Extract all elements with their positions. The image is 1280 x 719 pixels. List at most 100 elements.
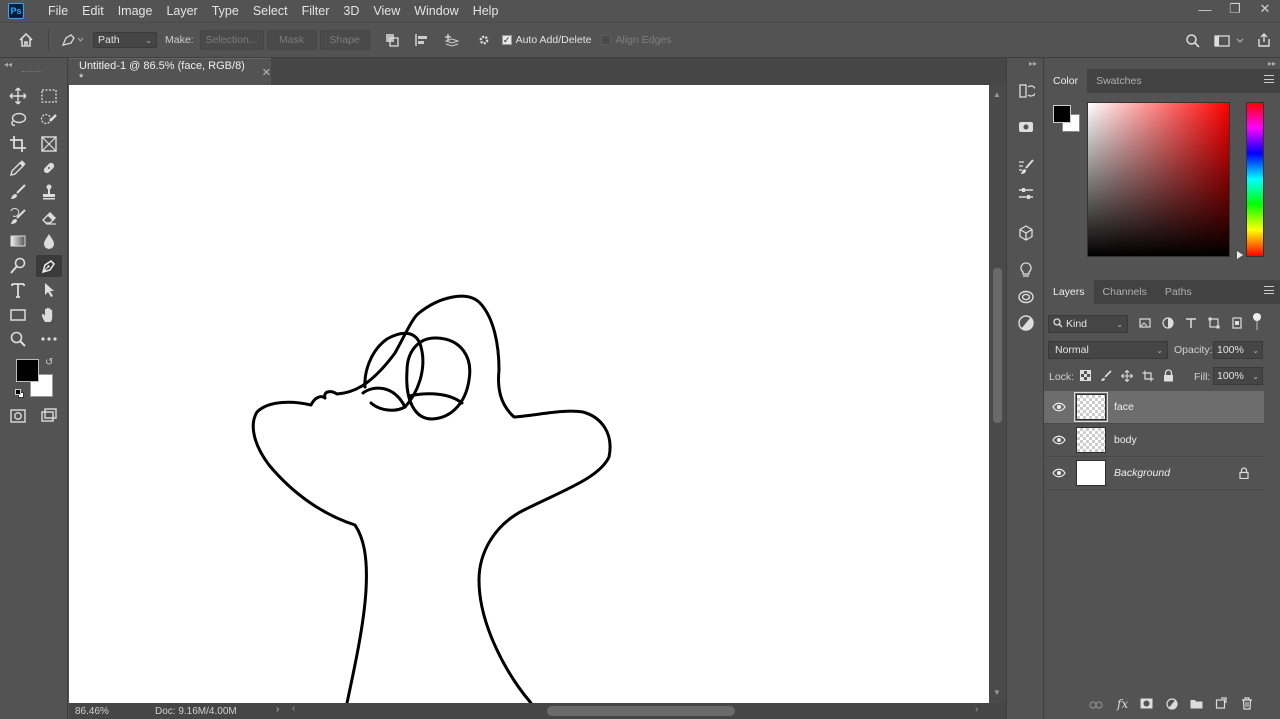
brush-settings-panel-icon[interactable] bbox=[1015, 156, 1037, 178]
restore-button[interactable]: ❐ bbox=[1220, 0, 1250, 18]
crop-tool-icon[interactable] bbox=[5, 133, 31, 155]
filter-toggle-icon[interactable] bbox=[1252, 313, 1262, 331]
path-operations-icon[interactable] bbox=[380, 32, 404, 48]
new-layer-icon[interactable] bbox=[1215, 697, 1227, 712]
clone-stamp-tool-icon[interactable] bbox=[36, 181, 62, 203]
lasso-tool-icon[interactable] bbox=[5, 109, 31, 131]
pen-tool-icon[interactable] bbox=[36, 255, 62, 277]
filter-type-layers-icon[interactable] bbox=[1185, 317, 1197, 332]
layer-name[interactable]: face bbox=[1114, 401, 1134, 413]
eyedropper-tool-icon[interactable] bbox=[5, 157, 31, 179]
lock-image-pixels-icon[interactable] bbox=[1100, 370, 1112, 385]
collapse-toolbar-icon[interactable]: ◂◂ bbox=[4, 60, 12, 69]
home-icon[interactable] bbox=[10, 32, 42, 48]
document-canvas[interactable] bbox=[69, 85, 989, 703]
menu-image[interactable]: Image bbox=[111, 0, 160, 22]
photoshop-logo[interactable]: Ps bbox=[8, 3, 24, 19]
hue-slider-marker[interactable] bbox=[1237, 251, 1243, 259]
lock-icon[interactable] bbox=[1239, 467, 1249, 482]
quick-mask-icon[interactable] bbox=[5, 405, 31, 427]
filter-smart-objects-icon[interactable] bbox=[1231, 317, 1243, 332]
align-edges-checkbox[interactable] bbox=[601, 35, 612, 45]
learn-panel-icon[interactable] bbox=[1015, 259, 1037, 281]
menu-file[interactable]: File bbox=[41, 0, 75, 22]
menu-filter[interactable]: Filter bbox=[295, 0, 337, 22]
lock-artboard-icon[interactable] bbox=[1142, 370, 1154, 385]
vertical-scrollbar[interactable]: ▲ ▼ bbox=[989, 85, 1006, 703]
minimize-button[interactable]: — bbox=[1190, 0, 1220, 18]
layer-name[interactable]: Background bbox=[1114, 467, 1170, 479]
layer-row-face[interactable]: face bbox=[1044, 391, 1264, 424]
3d-panel-icon[interactable] bbox=[1015, 222, 1037, 244]
menu-help[interactable]: Help bbox=[466, 0, 506, 22]
zoom-level[interactable]: 86.46% bbox=[75, 706, 145, 717]
tab-channels[interactable]: Channels bbox=[1094, 280, 1156, 304]
dodge-tool-icon[interactable] bbox=[5, 255, 31, 277]
default-colors-icon[interactable] bbox=[15, 389, 25, 399]
horizontal-scroll-thumb[interactable] bbox=[547, 706, 735, 716]
search-icon[interactable] bbox=[1184, 33, 1202, 49]
layers-panel-menu-icon[interactable] bbox=[1264, 286, 1274, 294]
add-mask-icon[interactable] bbox=[1140, 698, 1153, 712]
move-tool-icon[interactable] bbox=[5, 85, 31, 107]
brush-tool-icon[interactable] bbox=[5, 181, 31, 203]
color-picker-field[interactable] bbox=[1087, 102, 1230, 257]
document-tab[interactable]: Untitled-1 @ 86.5% (face, RGB/8) * ✕ bbox=[69, 58, 271, 85]
vertical-scroll-thumb[interactable] bbox=[993, 268, 1002, 423]
close-document-icon[interactable]: ✕ bbox=[262, 66, 271, 79]
filter-shape-layers-icon[interactable] bbox=[1208, 317, 1220, 332]
close-button[interactable]: ✕ bbox=[1250, 0, 1280, 18]
healing-brush-tool-icon[interactable] bbox=[36, 157, 62, 179]
new-group-icon[interactable] bbox=[1190, 698, 1203, 712]
expand-panels-icon[interactable]: ▸▸ bbox=[1029, 59, 1037, 68]
link-layers-icon[interactable] bbox=[1089, 699, 1103, 713]
scroll-right-arrow-icon[interactable]: › bbox=[975, 704, 978, 715]
layer-row-body[interactable]: body bbox=[1044, 424, 1264, 457]
path-selection-tool-icon[interactable] bbox=[36, 279, 62, 301]
lock-transparent-pixels-icon[interactable] bbox=[1080, 370, 1091, 384]
tab-swatches[interactable]: Swatches bbox=[1087, 69, 1151, 93]
menu-select[interactable]: Select bbox=[246, 0, 295, 22]
menu-type[interactable]: Type bbox=[205, 0, 246, 22]
adjustments-panel-icon[interactable] bbox=[1015, 116, 1037, 138]
scroll-down-arrow-icon[interactable]: ▼ bbox=[993, 688, 1001, 697]
foreground-color-swatch[interactable] bbox=[16, 359, 39, 382]
make-selection-button[interactable]: Selection... bbox=[199, 30, 264, 50]
scroll-up-arrow-icon[interactable]: ▲ bbox=[993, 90, 1001, 99]
blur-tool-icon[interactable] bbox=[36, 230, 62, 252]
type-tool-icon[interactable] bbox=[5, 279, 31, 301]
delete-layer-icon[interactable] bbox=[1241, 697, 1253, 713]
menu-view[interactable]: View bbox=[366, 0, 407, 22]
status-menu-arrow-icon[interactable]: › bbox=[276, 704, 279, 715]
eraser-tool-icon[interactable] bbox=[36, 206, 62, 228]
frame-tool-icon[interactable] bbox=[36, 133, 62, 155]
pen-mode-select[interactable]: Path ⌄ bbox=[93, 32, 157, 48]
make-shape-button[interactable]: Shape bbox=[319, 30, 370, 50]
visibility-eye-icon[interactable] bbox=[1044, 435, 1074, 445]
layer-effects-icon[interactable]: fx bbox=[1117, 697, 1128, 711]
quick-selection-tool-icon[interactable] bbox=[36, 109, 62, 131]
adjustments-circle-panel-icon[interactable] bbox=[1015, 312, 1037, 334]
toolbar-grip[interactable] bbox=[22, 71, 42, 73]
tab-color[interactable]: Color bbox=[1044, 69, 1088, 93]
auto-add-delete-checkbox[interactable]: ✓ bbox=[501, 35, 512, 45]
hue-slider[interactable] bbox=[1246, 102, 1264, 257]
marquee-tool-icon[interactable] bbox=[36, 85, 62, 107]
color-panel-menu-icon[interactable] bbox=[1264, 75, 1274, 83]
blend-mode-select[interactable]: Normal ⌄ bbox=[1048, 341, 1168, 359]
panel-foreground-swatch[interactable] bbox=[1053, 105, 1071, 123]
menu-window[interactable]: Window bbox=[407, 0, 465, 22]
menu-layer[interactable]: Layer bbox=[159, 0, 204, 22]
lock-position-icon[interactable] bbox=[1121, 370, 1133, 385]
swap-colors-icon[interactable]: ↺ bbox=[45, 357, 53, 368]
zoom-tool-icon[interactable] bbox=[5, 328, 31, 350]
tab-layers[interactable]: Layers bbox=[1044, 280, 1094, 304]
pen-tool-preset-icon[interactable] bbox=[55, 32, 89, 48]
layer-filter-select[interactable]: Kind ⌄ bbox=[1048, 315, 1128, 333]
tab-paths[interactable]: Paths bbox=[1156, 280, 1201, 304]
path-alignment-icon[interactable] bbox=[410, 32, 434, 48]
visibility-eye-icon[interactable] bbox=[1044, 402, 1074, 412]
visibility-eye-icon[interactable] bbox=[1044, 468, 1074, 478]
menu-3d[interactable]: 3D bbox=[336, 0, 366, 22]
workspace-switcher-icon[interactable] bbox=[1212, 33, 1246, 49]
